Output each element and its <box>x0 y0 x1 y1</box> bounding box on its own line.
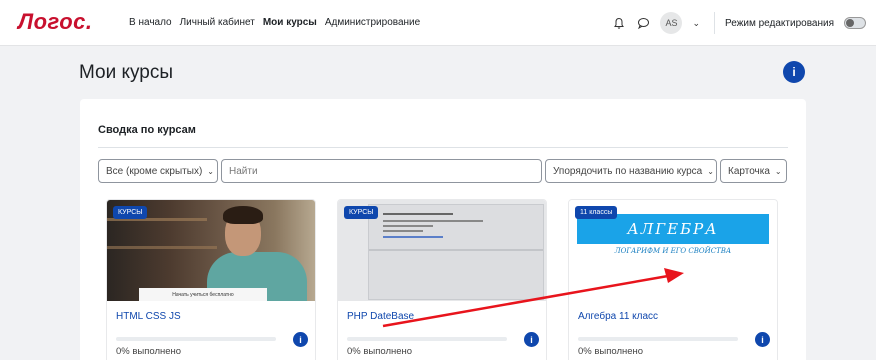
course-card[interactable]: КУРСЫ PHP DateBase 0% выполнено i <box>337 199 547 360</box>
sort-label: Упорядочить по названию курса <box>553 165 703 177</box>
course-image[interactable]: КУРСЫ <box>338 200 546 301</box>
course-category-badge: 11 классы <box>575 206 618 219</box>
site-logo[interactable]: Логос. <box>18 9 93 35</box>
image-detail <box>383 225 433 227</box>
course-overview-block: Сводка по курсам Все (кроме скрытых) ⌄ На… <box>80 99 806 360</box>
image-detail <box>383 220 483 222</box>
course-progress-bar <box>578 337 738 341</box>
nav-link-home[interactable]: В начало <box>129 17 172 28</box>
nav-link-my-courses[interactable]: Мои курсы <box>263 17 317 28</box>
chevron-down-icon: ⌄ <box>707 166 714 176</box>
user-avatar[interactable]: AS <box>660 12 683 34</box>
course-name-link[interactable]: PHP DateBase <box>347 311 414 322</box>
course-actions-info-icon[interactable]: i <box>755 332 770 347</box>
messages-chat-icon[interactable] <box>636 16 650 30</box>
image-detail <box>383 230 423 232</box>
course-progress-text: 0% выполнено <box>578 346 644 357</box>
image-detail <box>368 204 544 300</box>
image-detail <box>223 206 263 224</box>
notifications-bell-icon[interactable] <box>612 16 626 30</box>
image-detail <box>383 213 453 215</box>
course-progress-text: 0% выполнено <box>347 346 413 357</box>
course-name-link[interactable]: Алгебра 11 класс <box>578 311 658 322</box>
edit-mode-toggle[interactable] <box>844 17 866 29</box>
course-image[interactable]: Начать учиться бесплатно КУРСЫ <box>107 200 315 301</box>
top-navbar: Логос. В начало Личный кабинет Мои курсы… <box>0 0 876 46</box>
image-detail <box>107 246 217 249</box>
course-overview-title: Сводка по курсам <box>98 124 196 136</box>
grouping-filter-label: Все (кроме скрытых) <box>106 165 203 177</box>
nav-link-administration[interactable]: Администрирование <box>325 17 420 28</box>
course-image-caption: Начать учиться бесплатно <box>139 288 267 301</box>
course-card[interactable]: Начать учиться бесплатно КУРСЫ HTML CSS … <box>106 199 316 360</box>
primary-navigation: В начало Личный кабинет Мои курсы Админи… <box>129 17 420 28</box>
course-image[interactable]: АЛГЕБРА ЛОГАРИФМ И ЕГО СВОЙСТВА 11 класс… <box>569 200 777 301</box>
section-divider <box>98 147 788 148</box>
course-category-badge: КУРСЫ <box>113 206 148 219</box>
course-progress-bar <box>347 337 507 341</box>
course-actions-info-icon[interactable]: i <box>293 332 308 347</box>
course-progress-bar <box>116 337 276 341</box>
page-info-icon[interactable]: i <box>783 61 805 83</box>
chevron-down-icon: ⌄ <box>207 166 214 176</box>
navbar-divider <box>714 12 716 34</box>
nav-link-dashboard[interactable]: Личный кабинет <box>180 17 255 28</box>
course-image-banner-subtitle: ЛОГАРИФМ И ЕГО СВОЙСТВА <box>614 247 732 255</box>
course-category-badge: КУРСЫ <box>344 206 379 219</box>
image-detail <box>383 236 443 238</box>
grouping-filter-dropdown[interactable]: Все (кроме скрытых) ⌄ <box>98 159 218 183</box>
course-progress-text: 0% выполнено <box>116 346 182 357</box>
chevron-down-icon: ⌄ <box>774 166 782 176</box>
course-search-placeholder: Найти <box>229 165 258 177</box>
course-card[interactable]: АЛГЕБРА ЛОГАРИФМ И ЕГО СВОЙСТВА 11 класс… <box>568 199 778 360</box>
view-mode-label: Карточка <box>728 165 770 177</box>
sort-dropdown[interactable]: Упорядочить по названию курса ⌄ <box>545 159 717 183</box>
user-menu-chevron-down-icon[interactable]: ⌄ <box>692 18 700 29</box>
course-name-link[interactable]: HTML CSS JS <box>116 311 181 322</box>
navbar-right: AS ⌄ Режим редактирования <box>612 12 866 34</box>
course-search-input[interactable]: Найти <box>221 159 542 183</box>
edit-mode-label: Режим редактирования <box>725 17 834 29</box>
image-detail <box>369 249 543 251</box>
view-mode-dropdown[interactable]: Карточка ⌄ <box>720 159 787 183</box>
page-title: Мои курсы <box>79 62 174 83</box>
course-actions-info-icon[interactable]: i <box>524 332 539 347</box>
